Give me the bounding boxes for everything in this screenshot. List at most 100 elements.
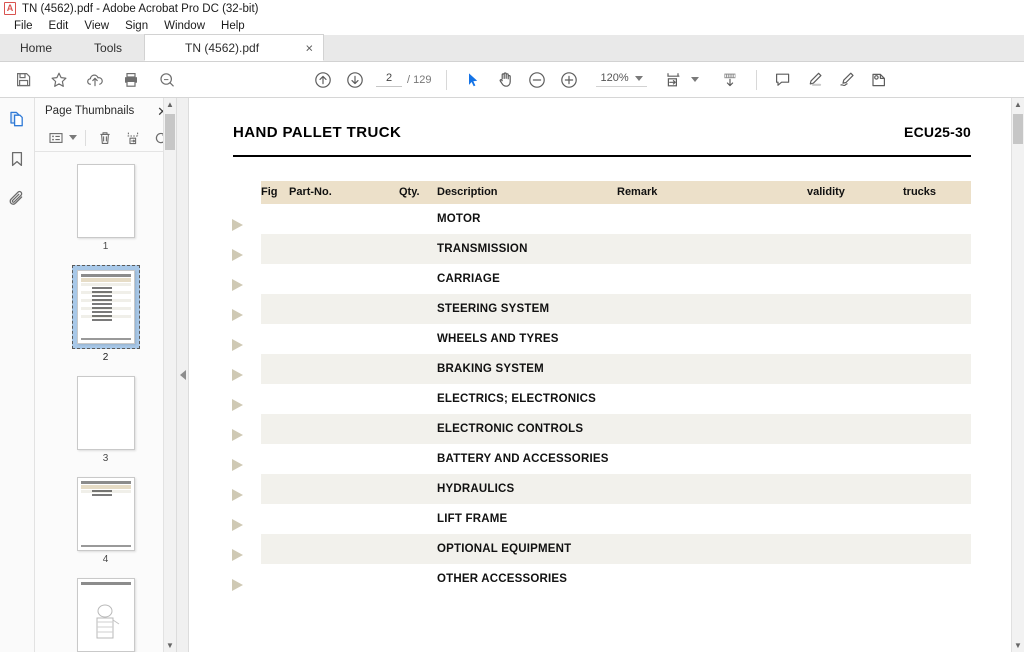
table-row[interactable]: OPTIONAL EQUIPMENT	[261, 534, 971, 564]
table-row[interactable]: ELECTRONIC CONTROLS	[261, 414, 971, 444]
page-up-icon[interactable]	[310, 67, 336, 93]
cell-description: ELECTRONIC CONTROLS	[437, 414, 617, 444]
menu-bar: File Edit View Sign Window Help	[0, 18, 1024, 35]
play-triangle-icon[interactable]	[232, 309, 243, 321]
cursor-icon[interactable]	[460, 67, 486, 93]
page-down-icon[interactable]	[342, 67, 368, 93]
menu-item-window[interactable]: Window	[156, 18, 213, 35]
cell-remark	[617, 264, 807, 294]
cell-description: BRAKING SYSTEM	[437, 354, 617, 384]
play-triangle-icon[interactable]	[232, 489, 243, 501]
collapse-panel-arrow[interactable]	[177, 98, 189, 652]
page-thumbnails-icon[interactable]	[4, 106, 30, 132]
attachments-icon[interactable]	[4, 186, 30, 212]
extract-pages-icon[interactable]	[122, 127, 144, 149]
fit-page-chevron-down-icon[interactable]	[691, 77, 699, 82]
thumbnails-scrollbar[interactable]: ▲ ▼	[163, 98, 176, 652]
play-triangle-icon[interactable]	[232, 279, 243, 291]
stamp-icon[interactable]	[866, 67, 892, 93]
cell-qty	[399, 474, 437, 504]
play-triangle-icon[interactable]	[232, 519, 243, 531]
table-row[interactable]: CARRIAGE	[261, 264, 971, 294]
cell-remark	[617, 234, 807, 264]
play-triangle-icon[interactable]	[232, 369, 243, 381]
menu-item-help[interactable]: Help	[213, 18, 253, 35]
highlight-icon[interactable]	[802, 67, 828, 93]
scrollbar-thumb[interactable]	[165, 114, 175, 150]
zoom-out-icon[interactable]	[524, 67, 550, 93]
scroll-up-arrow-icon[interactable]: ▲	[1012, 98, 1024, 111]
table-row[interactable]: BRAKING SYSTEM	[261, 354, 971, 384]
table-row[interactable]: TRANSMISSION	[261, 234, 971, 264]
table-row[interactable]: STEERING SYSTEM	[261, 294, 971, 324]
table-row[interactable]: OTHER ACCESSORIES	[261, 564, 971, 594]
table-row[interactable]: BATTERY AND ACCESSORIES	[261, 444, 971, 474]
acrobat-icon	[4, 2, 16, 15]
thumbnail-page-2[interactable]: 2	[35, 265, 176, 363]
comment-icon[interactable]	[770, 67, 796, 93]
menu-item-view[interactable]: View	[76, 18, 117, 35]
cell-trucks	[903, 294, 971, 324]
sign-icon[interactable]	[834, 67, 860, 93]
cell-trucks	[903, 234, 971, 264]
cell-qty	[399, 384, 437, 414]
tab-document[interactable]: TN (4562).pdf ×	[144, 34, 324, 61]
thumbnail-page-5[interactable]: 5	[35, 578, 176, 652]
scroll-up-arrow-icon[interactable]: ▲	[164, 98, 176, 111]
table-row[interactable]: ELECTRICS; ELECTRONICS	[261, 384, 971, 414]
play-triangle-icon[interactable]	[232, 459, 243, 471]
cell-part-no	[289, 444, 399, 474]
table-row[interactable]: WHEELS AND TYRES	[261, 324, 971, 354]
page-thumbnails-list[interactable]: 1	[35, 152, 176, 652]
cell-qty	[399, 294, 437, 324]
play-triangle-icon[interactable]	[232, 249, 243, 261]
table-row[interactable]: MOTOR	[261, 204, 971, 234]
fit-page-icon[interactable]	[661, 67, 687, 93]
hand-icon[interactable]	[492, 67, 518, 93]
thumbnail-frame	[77, 164, 135, 238]
print-icon[interactable]	[118, 67, 144, 93]
play-triangle-icon[interactable]	[232, 339, 243, 351]
options-list-icon[interactable]	[45, 127, 67, 149]
cell-remark	[617, 384, 807, 414]
table-row[interactable]: LIFT FRAME	[261, 504, 971, 534]
bookmarks-icon[interactable]	[4, 146, 30, 172]
thumbnail-image	[77, 477, 135, 551]
menu-item-file[interactable]: File	[6, 18, 41, 35]
save-icon[interactable]	[10, 67, 36, 93]
play-triangle-icon[interactable]	[232, 549, 243, 561]
model-label: ECU25-30	[904, 124, 971, 140]
menu-item-edit[interactable]: Edit	[41, 18, 77, 35]
page-scroll-icon[interactable]	[717, 67, 743, 93]
cell-qty	[399, 204, 437, 234]
close-icon[interactable]: ×	[305, 41, 313, 54]
tab-home[interactable]: Home	[0, 34, 72, 61]
scroll-down-arrow-icon[interactable]: ▼	[1012, 639, 1024, 652]
table-header-row: Fig Part-No. Qty. Description Remark val…	[261, 181, 971, 204]
play-triangle-icon[interactable]	[232, 219, 243, 231]
thumbnail-page-1[interactable]: 1	[35, 164, 176, 252]
chevron-down-icon[interactable]	[69, 135, 77, 140]
star-icon[interactable]	[46, 67, 72, 93]
scroll-down-arrow-icon[interactable]: ▼	[164, 639, 176, 652]
play-triangle-icon[interactable]	[232, 399, 243, 411]
cell-qty	[399, 264, 437, 294]
upload-cloud-icon[interactable]	[82, 67, 108, 93]
document-viewport[interactable]: HAND PALLET TRUCK ECU25-30 Fig Part-No. …	[189, 98, 1024, 652]
zoom-level-dropdown[interactable]: 120%	[596, 72, 646, 87]
zoom-in-icon[interactable]	[556, 67, 582, 93]
thumbnail-page-4[interactable]: 4	[35, 477, 176, 565]
play-triangle-icon[interactable]	[232, 429, 243, 441]
search-icon[interactable]	[154, 67, 180, 93]
thumbnail-page-3[interactable]: 3	[35, 376, 176, 464]
scrollbar-thumb[interactable]	[1013, 114, 1023, 144]
tab-tools[interactable]: Tools	[72, 34, 144, 61]
play-triangle-icon[interactable]	[232, 579, 243, 591]
table-row[interactable]: HYDRAULICS	[261, 474, 971, 504]
document-scrollbar[interactable]: ▲ ▼	[1011, 98, 1024, 652]
page-number-input[interactable]	[376, 72, 402, 87]
chevron-down-icon[interactable]	[635, 76, 643, 81]
thumbnail-mini-content	[78, 271, 134, 343]
delete-icon[interactable]	[94, 127, 116, 149]
menu-item-sign[interactable]: Sign	[117, 18, 156, 35]
